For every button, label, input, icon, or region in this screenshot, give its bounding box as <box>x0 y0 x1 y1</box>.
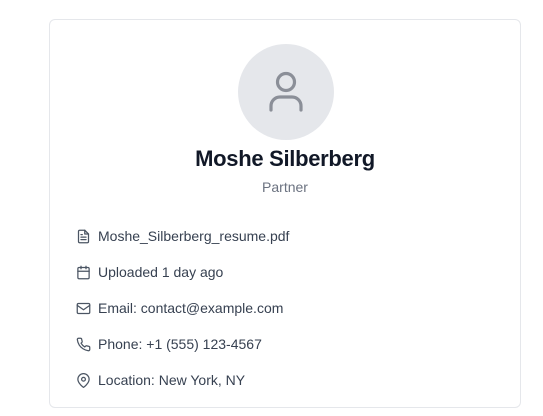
profile-card: Moshe Silberberg Partner Moshe_Silberber… <box>49 19 521 408</box>
profile-role: Partner <box>262 179 308 195</box>
user-icon <box>268 71 304 113</box>
detail-location: Location: New York, NY <box>75 362 289 398</box>
detail-phone: Phone: +1 (555) 123-4567 <box>75 326 289 362</box>
detail-text: Location: New York, NY <box>98 372 246 388</box>
phone-icon <box>75 336 91 352</box>
calendar-icon <box>75 264 91 280</box>
detail-text: Phone: +1 (555) 123-4567 <box>98 336 262 352</box>
mail-icon <box>75 300 91 316</box>
file-text-icon <box>75 228 91 244</box>
profile-details-list: Moshe_Silberberg_resume.pdf Uploaded 1 d… <box>75 218 289 398</box>
detail-text: Moshe_Silberberg_resume.pdf <box>98 228 290 244</box>
detail-text: Email: contact@example.com <box>98 300 284 316</box>
detail-resume-file: Moshe_Silberberg_resume.pdf <box>75 218 289 254</box>
profile-name: Moshe Silberberg <box>195 146 375 171</box>
detail-text: Uploaded 1 day ago <box>98 264 224 280</box>
avatar <box>238 44 334 140</box>
detail-uploaded: Uploaded 1 day ago <box>75 254 289 290</box>
detail-email: Email: contact@example.com <box>75 290 289 326</box>
map-pin-icon <box>75 372 91 388</box>
